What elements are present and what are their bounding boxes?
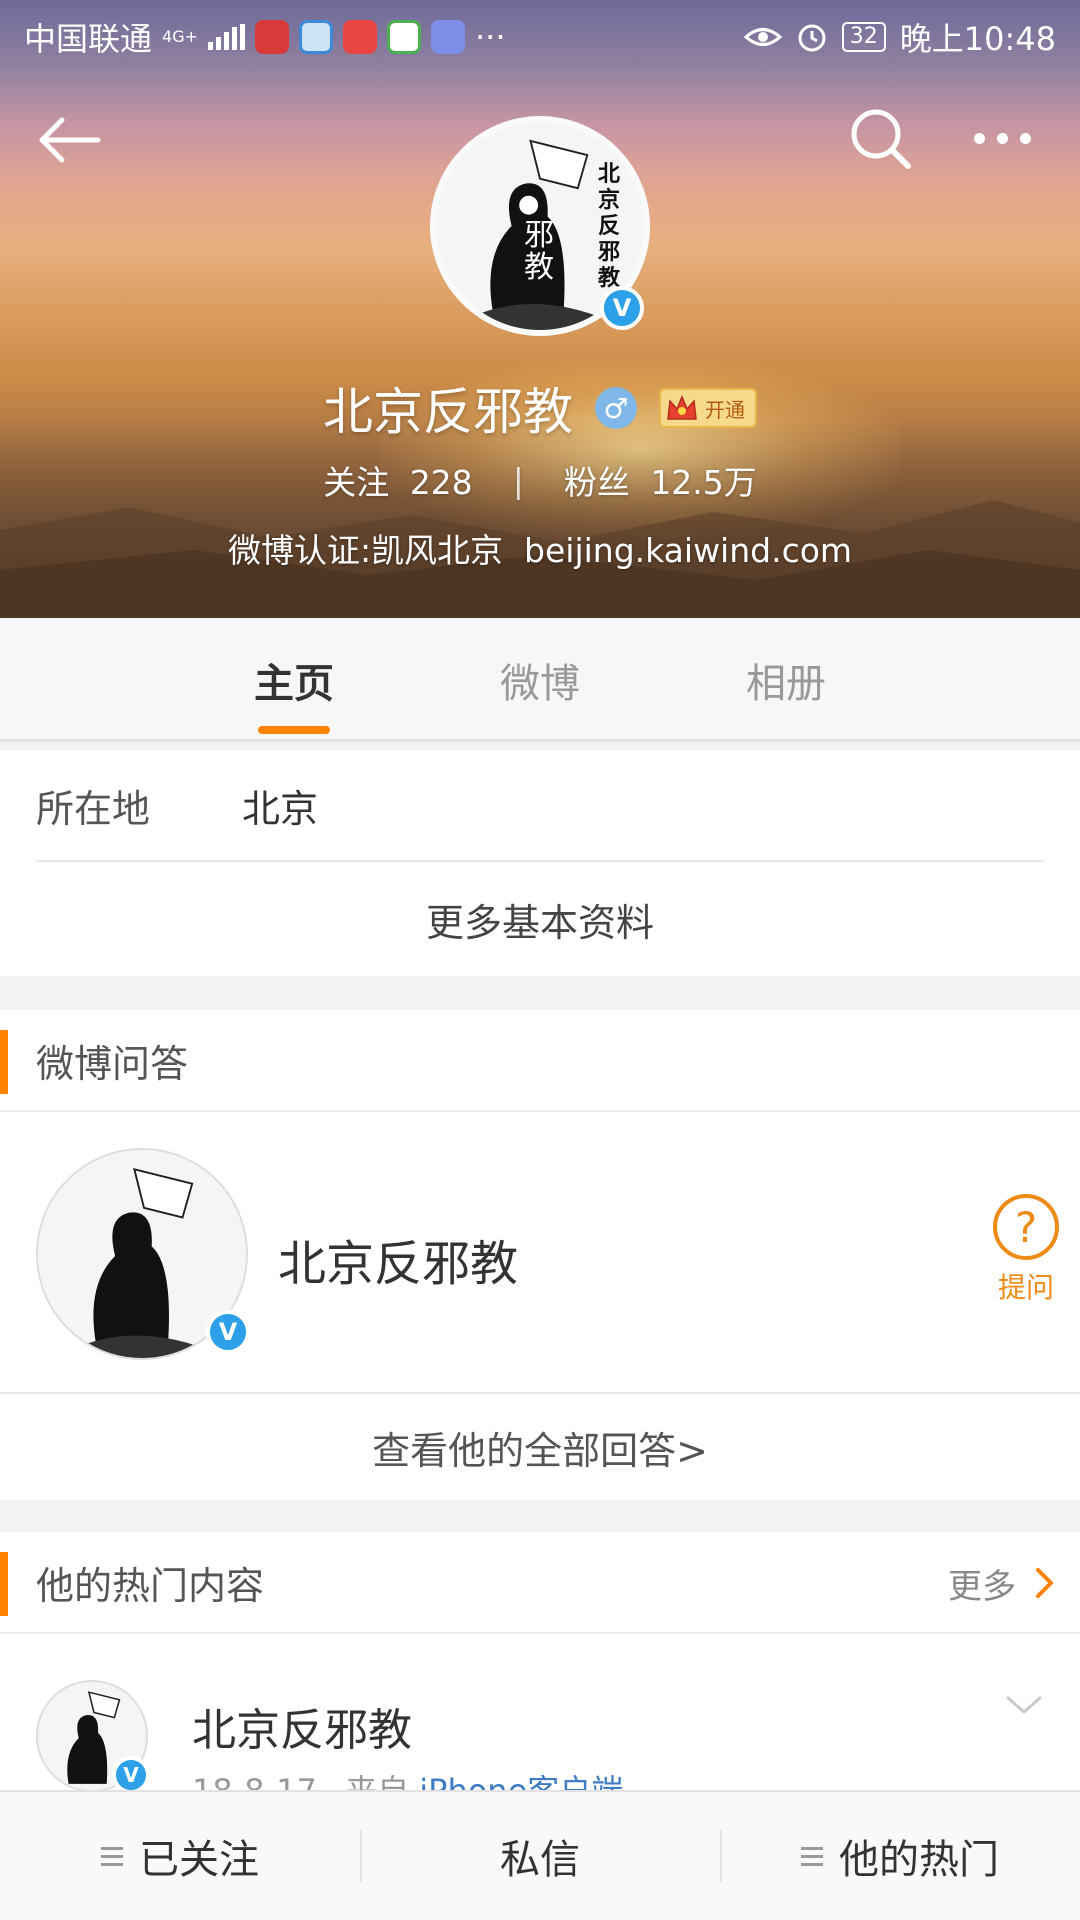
arrow-left-icon	[39, 117, 101, 163]
active-tab-indicator	[258, 726, 330, 734]
his-hot-button[interactable]: 他的热门	[720, 1792, 1080, 1920]
section-accent-bar	[0, 1552, 8, 1616]
profile-name: 北京反邪教	[323, 383, 573, 441]
following-count: 228	[409, 463, 473, 502]
hot-section-title: 他的热门内容	[36, 1563, 265, 1608]
notification-app-icon-1	[255, 20, 289, 54]
fans-stat[interactable]: 粉丝 12.5万	[564, 456, 757, 504]
chevron-right-icon	[1036, 1568, 1053, 1598]
ask-label: 提问	[997, 1271, 1054, 1304]
post-verified-badge-icon: V	[112, 1756, 150, 1794]
notification-app-icon-3	[343, 20, 377, 54]
more-options-button[interactable]	[974, 120, 1044, 156]
status-bar: 中国联通 4G+ ··· 32 晚上10:48	[0, 0, 1080, 74]
location-value: 北京	[242, 786, 319, 831]
followed-button[interactable]: 已关注	[0, 1792, 360, 1920]
search-button[interactable]	[846, 104, 916, 174]
more-label: 更多	[948, 1566, 1016, 1607]
ask-question-button[interactable]: ? 提问	[986, 1194, 1066, 1306]
hot-section-header: 他的热门内容	[0, 1532, 1080, 1634]
eye-comfort-icon	[743, 28, 782, 46]
following-stat[interactable]: 关注 228	[323, 456, 473, 504]
qa-section-title: 微博问答	[36, 1041, 189, 1086]
following-label: 关注	[323, 463, 390, 502]
search-icon	[851, 109, 911, 169]
profile-tabs: 主页 微博 相册	[0, 618, 1080, 742]
bottom-action-bar: 已关注 私信 他的热门	[0, 1790, 1080, 1920]
qa-verified-badge-icon: V	[206, 1310, 250, 1354]
post-author-name[interactable]: 北京反邪教	[192, 1694, 412, 1758]
profile-banner: 中国联通 4G+ ··· 32 晚上10:48 邪教 北京反邪教 V 北京反邪教…	[0, 0, 1080, 618]
more-notifications-icon: ···	[475, 18, 506, 56]
qa-user-name[interactable]: 北京反邪教	[278, 1224, 518, 1294]
alarm-icon	[798, 24, 826, 52]
hot-content-card: 他的热门内容 更多 北京反邪教 18-8-17 来自 iPhone客户端	[0, 1532, 1080, 1810]
verified-badge-icon: V	[600, 286, 644, 330]
post-options-chevron-down-icon[interactable]	[1004, 1690, 1044, 1720]
male-gender-icon: ♂	[595, 387, 637, 429]
profile-name-row: 北京反邪教 ♂ 开通	[0, 372, 1080, 444]
carrier-label: 中国联通	[24, 20, 153, 58]
notification-app-icon-4	[387, 20, 421, 54]
signal-icon	[208, 24, 245, 50]
follow-stats: 关注 228 | 粉丝 12.5万	[0, 456, 1080, 504]
avatar-side-text: 北京反邪教	[598, 162, 621, 291]
fans-label: 粉丝	[563, 463, 630, 502]
private-message-button[interactable]: 私信	[360, 1792, 720, 1920]
location-label: 所在地	[36, 786, 151, 831]
menu-lines-icon	[101, 1846, 123, 1866]
fans-count: 12.5万	[650, 463, 757, 502]
stats-divider: |	[512, 460, 524, 500]
battery-icon: 32	[841, 22, 886, 52]
view-all-answers-link[interactable]: 查看他的全部回答>	[0, 1394, 1080, 1500]
location-row: 所在地 北京	[36, 750, 1044, 862]
back-button[interactable]	[34, 110, 104, 170]
avatar-seal-text: 邪教	[524, 218, 554, 285]
verification-info: 微博认证:凯风北京 beijing.kaiwind.com	[227, 531, 853, 570]
notification-app-icon-2	[299, 20, 333, 54]
question-bubble-icon: ?	[993, 1194, 1059, 1260]
more-dots-icon	[974, 132, 1031, 144]
more-basic-info-link[interactable]: 更多基本资料	[0, 862, 1080, 976]
section-accent-bar	[0, 1030, 8, 1094]
tab-album[interactable]: 相册	[696, 618, 876, 742]
clock: 晚上10:48	[899, 20, 1056, 58]
vip-open-button[interactable]: 开通	[659, 388, 757, 428]
tab-home[interactable]: 主页	[204, 618, 384, 742]
followed-label: 已关注	[139, 1837, 259, 1883]
weibo-qa-card: 微博问答 V 北京反邪教 ? 提问 查看他的全部回答>	[0, 1010, 1080, 1500]
tab-weibo[interactable]: 微博	[450, 618, 630, 742]
network-type: 4G+	[162, 27, 198, 46]
hot-more-link[interactable]: 更多	[948, 1532, 1056, 1634]
his-hot-label: 他的热门	[839, 1837, 999, 1883]
private-message-label: 私信	[500, 1837, 580, 1883]
vip-open-label: 开通	[705, 397, 745, 422]
crown-icon	[667, 395, 697, 420]
music-app-icon	[431, 20, 465, 54]
qa-section-header: 微博问答	[0, 1010, 1080, 1112]
menu-lines-icon	[801, 1846, 823, 1866]
basic-info-card: 所在地 北京 更多基本资料	[0, 750, 1080, 976]
